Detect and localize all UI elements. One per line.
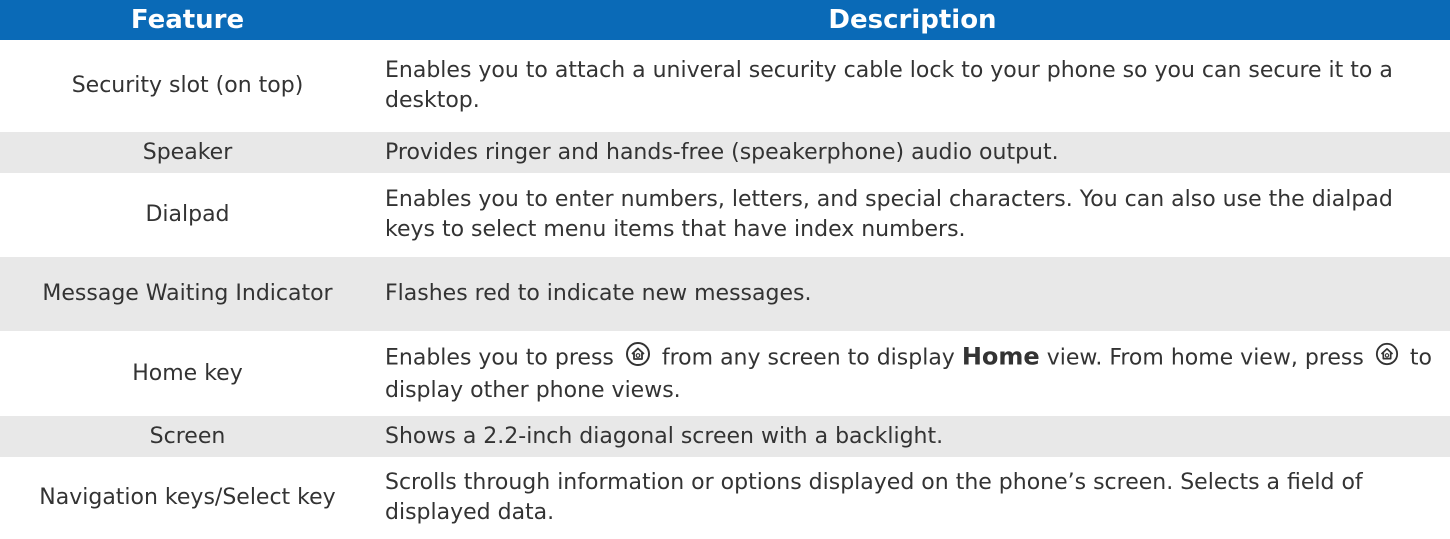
description-column-header: Description [828, 5, 997, 35]
description-cell: Enables you to attach a univeral securit… [385, 58, 1393, 113]
feature-cell: Speaker [142, 139, 233, 165]
feature-cell: Dialpad [145, 202, 230, 227]
description-cell: Shows a 2.2-inch diagonal screen with a … [385, 423, 944, 449]
feature-cell: Security slot (on top) [71, 73, 304, 98]
feature-column-header: Feature [130, 5, 245, 35]
description-cell: Provides ringer and hands-free (speakerp… [385, 139, 1059, 165]
table-row: Home key Enables you to press from any s… [0, 331, 1450, 416]
table-row: Message Waiting Indicator Flashes red to… [0, 257, 1450, 331]
description-cell: Flashes red to indicate new messages. [385, 281, 812, 306]
table-row: Dialpad Enables you to enter numbers, le… [0, 173, 1450, 257]
feature-cell: Navigation keys/Select key [39, 485, 336, 510]
home-key-icon [1375, 342, 1399, 375]
home-view-label: Home [961, 342, 1040, 371]
description-text: Enables you to press [385, 345, 614, 371]
description-cell: Enables you to press from any screen to … [375, 341, 1450, 406]
table-row: Speaker Provides ringer and hands-free (… [0, 132, 1450, 173]
table-header: Feature Description [0, 0, 1450, 40]
table-row: Screen Shows a 2.2-inch diagonal screen … [0, 416, 1450, 457]
feature-cell: Screen [149, 423, 226, 449]
feature-cell: Message Waiting Indicator [42, 281, 333, 306]
feature-table: Feature Description Security slot (on to… [0, 0, 1450, 539]
table-row: Navigation keys/Select key Scrolls throu… [0, 457, 1450, 539]
feature-cell: Home key [132, 360, 243, 386]
description-cell: Scrolls through information or options d… [385, 470, 1363, 525]
description-cell: Enables you to enter numbers, letters, a… [385, 187, 1393, 242]
description-text: view. From home view, press [1046, 345, 1364, 371]
table-row: Security slot (on top) Enables you to at… [0, 40, 1450, 132]
home-key-icon [625, 341, 651, 376]
description-text: from any screen to display [661, 345, 955, 371]
